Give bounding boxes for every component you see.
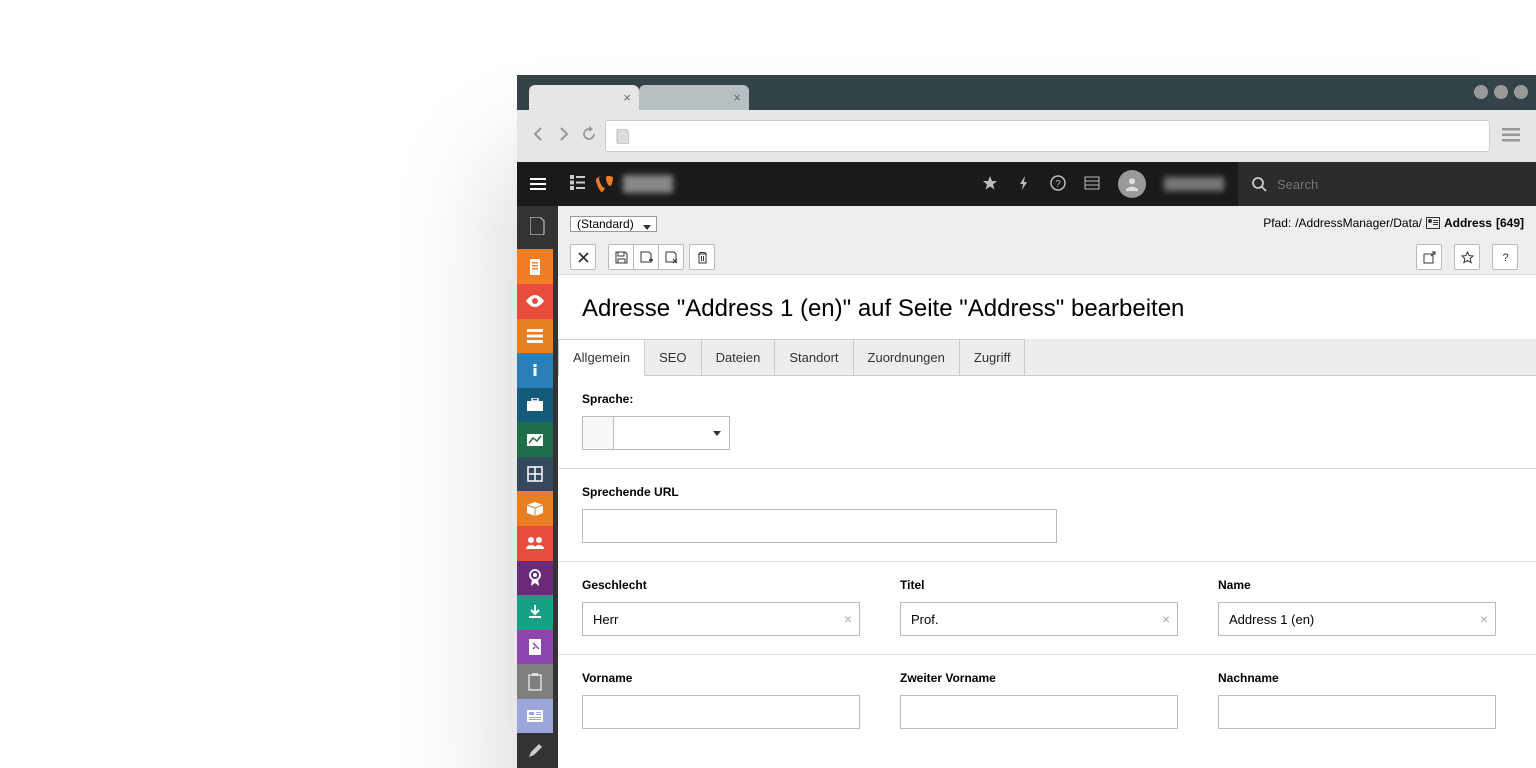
topbar-tools: ? (982, 170, 1238, 198)
app-name-blurred (623, 175, 673, 193)
username-blurred (1164, 177, 1224, 191)
sidebar-item-package[interactable] (517, 491, 553, 526)
logo-section (558, 173, 685, 195)
gender-input[interactable] (582, 602, 860, 636)
clear-icon[interactable]: × (1162, 611, 1170, 627)
app-window: × × (517, 75, 1536, 768)
share-button[interactable] (1416, 244, 1442, 270)
close-icon[interactable]: × (623, 90, 631, 105)
tab-seo[interactable]: SEO (645, 339, 701, 375)
sidebar-item-news[interactable] (517, 699, 553, 734)
sidebar-item-award[interactable] (517, 561, 553, 596)
sidebar-item-edit[interactable] (517, 630, 553, 665)
help-icon[interactable]: ? (1050, 175, 1066, 194)
title-input[interactable] (900, 602, 1178, 636)
star-icon[interactable] (982, 175, 998, 194)
firstname-input[interactable] (582, 695, 860, 729)
middlename-input[interactable] (900, 695, 1178, 729)
list-tree-icon[interactable] (570, 175, 585, 193)
save-new-button[interactable] (633, 244, 659, 270)
window-controls (1474, 85, 1528, 99)
language-select[interactable] (582, 416, 1512, 450)
lastname-label: Nachname (1218, 671, 1496, 685)
tab-files[interactable]: Dateien (702, 339, 776, 375)
tab-general[interactable]: Allgemein (558, 339, 645, 376)
sidebar-item-users[interactable] (517, 526, 553, 561)
name-input[interactable] (1218, 602, 1496, 636)
help-button[interactable]: ? (1492, 244, 1518, 270)
flag-icon (582, 416, 614, 450)
bolt-icon[interactable] (1016, 175, 1032, 194)
sidebar-item-chart[interactable] (517, 422, 553, 457)
sidebar-item-view[interactable] (517, 284, 553, 319)
browser-tab-active[interactable]: × (529, 85, 639, 110)
module-sidebar (517, 206, 558, 768)
save-button[interactable] (608, 244, 634, 270)
tab-assignments[interactable]: Zuordnungen (854, 339, 960, 375)
search-input[interactable] (1277, 177, 1477, 192)
sidebar-item-grid[interactable] (517, 457, 553, 492)
sidebar-item-info[interactable] (517, 353, 553, 388)
forward-icon[interactable] (555, 123, 573, 150)
name-label: Name (1218, 578, 1496, 592)
firstname-label: Vorname (582, 671, 860, 685)
sidebar-toggle[interactable] (517, 178, 558, 190)
sidebar-item-briefcase[interactable] (517, 388, 553, 423)
svg-text:?: ? (1502, 252, 1508, 264)
menu-icon[interactable] (1498, 121, 1524, 152)
avatar[interactable] (1118, 170, 1146, 198)
lastname-input[interactable] (1218, 695, 1496, 729)
page-title: Adresse "Address 1 (en)" auf Seite "Addr… (558, 275, 1536, 339)
content-area: (Standard) Pfad: /AddressManager/Data/ A… (558, 206, 1536, 768)
save-close-button[interactable] (658, 244, 684, 270)
address-icon (1426, 217, 1440, 229)
tab-bar: Allgemein SEO Dateien Standort Zuordnung… (558, 339, 1536, 376)
browser-tab-inactive[interactable]: × (639, 85, 749, 110)
tab-access[interactable]: Zugriff (960, 339, 1026, 375)
sidebar-item-page[interactable] (517, 206, 558, 245)
svg-text:?: ? (1055, 179, 1061, 190)
clear-icon[interactable]: × (844, 611, 852, 627)
url-label: Sprechende URL (582, 485, 1512, 499)
sidebar-item-download[interactable] (517, 595, 553, 630)
language-label: Sprache: (582, 392, 1512, 406)
title-label: Titel (900, 578, 1178, 592)
close-button[interactable] (570, 244, 596, 270)
app-topbar: ? (517, 162, 1536, 206)
layout-select[interactable]: (Standard) (570, 216, 657, 231)
middlename-label: Zweiter Vorname (900, 671, 1178, 685)
window-control-dot[interactable] (1494, 85, 1508, 99)
browser-tabs: × × (529, 85, 749, 110)
search-box[interactable] (1238, 162, 1536, 206)
sidebar-item-list[interactable] (517, 319, 553, 354)
url-input[interactable] (605, 120, 1490, 152)
window-titlebar: × × (517, 75, 1536, 110)
close-icon[interactable]: × (733, 90, 741, 105)
delete-button[interactable] (689, 244, 715, 270)
tab-location[interactable]: Standort (775, 339, 853, 375)
browser-toolbar (517, 110, 1536, 162)
sidebar-item-pencil[interactable] (517, 733, 553, 768)
clear-icon[interactable]: × (1480, 611, 1488, 627)
sidebar-item-doc[interactable] (517, 249, 553, 284)
form: Sprache: Sprechende URL Geschlecht (558, 376, 1536, 747)
gender-label: Geschlecht (582, 578, 860, 592)
content-header: (Standard) Pfad: /AddressManager/Data/ A… (558, 206, 1536, 275)
list-icon[interactable] (1084, 175, 1100, 194)
window-control-dot[interactable] (1514, 85, 1528, 99)
url-input[interactable] (582, 509, 1057, 543)
back-icon[interactable] (529, 123, 547, 150)
bookmark-button[interactable] (1454, 244, 1480, 270)
sidebar-item-clipboard[interactable] (517, 664, 553, 699)
window-control-dot[interactable] (1474, 85, 1488, 99)
breadcrumb: Pfad: /AddressManager/Data/ Address [649… (1263, 216, 1524, 230)
typo3-logo-icon (593, 173, 615, 195)
reload-icon[interactable] (581, 126, 597, 146)
